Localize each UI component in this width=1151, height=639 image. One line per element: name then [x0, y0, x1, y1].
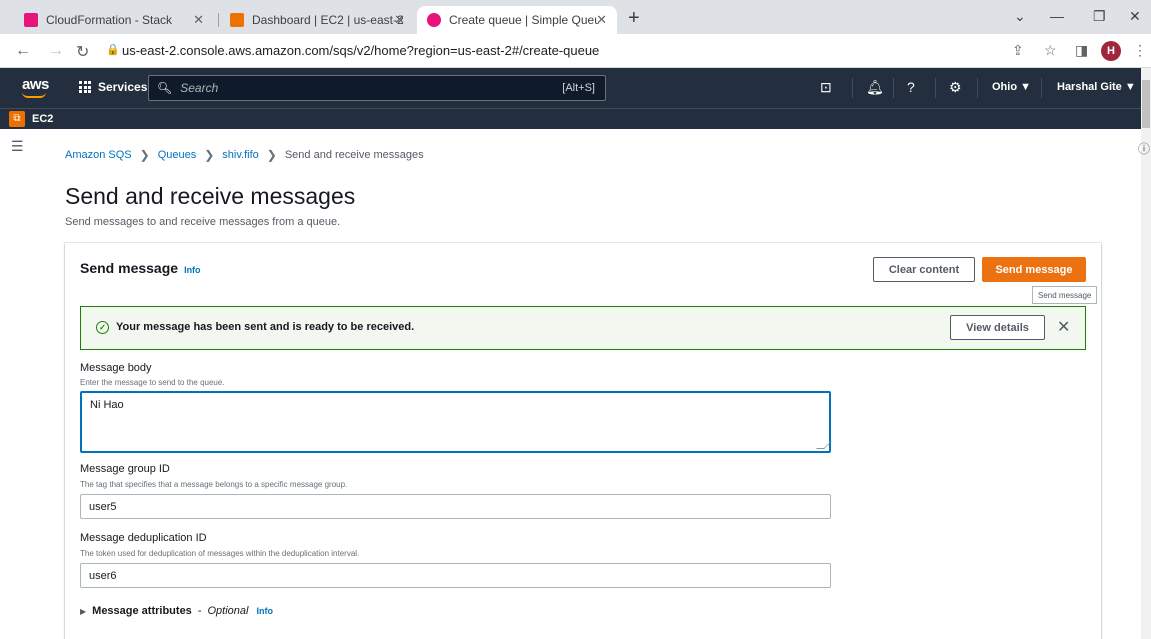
back-icon[interactable]: ← — [15, 42, 31, 60]
help-icon[interactable]: ? — [907, 79, 915, 95]
ec2-service-icon[interactable]: ⧉ — [9, 111, 25, 127]
menu-kebab-icon[interactable]: ⋮ — [1133, 42, 1147, 59]
view-details-button[interactable]: View details — [950, 315, 1045, 340]
grid-icon — [79, 81, 91, 93]
message-body-textarea[interactable]: Ni Hao — [80, 391, 831, 453]
new-tab-icon[interactable]: + — [628, 7, 640, 30]
message-group-id-input[interactable]: user5 — [80, 494, 831, 519]
caret-right-icon: ▶ — [80, 606, 87, 616]
minimize-icon[interactable]: — — [1050, 8, 1064, 24]
browser-tab-strip: CloudFormation - Stack ✕ Dashboard | EC2… — [0, 0, 1151, 34]
region-selector[interactable]: Ohio ▼ — [992, 81, 1031, 93]
hamburger-menu-icon[interactable]: ☰ — [11, 138, 24, 155]
info-link[interactable]: Info — [184, 265, 201, 275]
address-bar-row: ← → ↻ 🔒 us-east-2.console.aws.amazon.com… — [0, 34, 1151, 68]
browser-tab-sqs[interactable]: Create queue | Simple Queue Se ✕ — [417, 6, 617, 34]
sqs-favicon-icon — [427, 13, 441, 27]
breadcrumb: Amazon SQS ❯ Queues ❯ shiv.fifo ❯ Send a… — [65, 148, 424, 162]
close-tab-icon[interactable]: ✕ — [596, 12, 607, 28]
browser-tab-ec2[interactable]: Dashboard | EC2 | us-east-2 ✕ — [220, 6, 415, 34]
chevron-right-icon: ❯ — [139, 148, 150, 162]
bookmark-star-icon[interactable]: ☆ — [1044, 42, 1057, 59]
info-panel-icon[interactable]: ⓘ — [1138, 140, 1150, 157]
ec2-favicon-icon — [230, 13, 244, 27]
notifications-bell-icon[interactable]: 🔔︎ — [866, 79, 884, 96]
message-body-label: Message body — [80, 362, 152, 374]
send-message-button[interactable]: Send message — [982, 257, 1086, 282]
page-title: Send and receive messages — [65, 183, 356, 209]
breadcrumb-queues[interactable]: Queues — [158, 149, 197, 161]
reload-icon[interactable]: ↻ — [76, 42, 89, 62]
flash-message: Your message has been sent and is ready … — [116, 321, 415, 333]
close-tab-icon[interactable]: ✕ — [394, 12, 405, 28]
favorite-ec2-link[interactable]: EC2 — [32, 113, 53, 125]
share-icon[interactable]: ⇪ — [1012, 42, 1024, 59]
services-menu-button[interactable]: Services — [79, 80, 147, 94]
breadcrumb-queue[interactable]: shiv.fifo — [222, 149, 258, 161]
aws-logo-smile-icon — [22, 92, 46, 98]
message-group-id-label: Message group ID — [80, 463, 170, 475]
close-window-icon[interactable]: ✕ — [1129, 8, 1141, 25]
chevron-right-icon: ❯ — [204, 148, 215, 162]
browser-tab-cloudformation[interactable]: CloudFormation - Stack ✕ — [14, 6, 214, 34]
message-attributes-expander[interactable]: ▶ Message attributes - Optional Info — [80, 605, 273, 617]
page-description: Send messages to and receive messages fr… — [65, 216, 341, 228]
cloudshell-icon[interactable]: ⊡ — [820, 79, 832, 96]
send-message-tooltip: Send message — [1032, 286, 1098, 304]
message-dedup-id-label: Message deduplication ID — [80, 532, 207, 544]
profile-avatar[interactable]: H — [1101, 41, 1121, 61]
close-icon[interactable]: ✕ — [1057, 317, 1070, 337]
settings-gear-icon[interactable]: ⚙ — [949, 79, 962, 96]
favorites-bar: ⧉ EC2 — [0, 108, 1141, 129]
search-icon: 🔍︎ — [157, 81, 173, 95]
cloudformation-favicon-icon — [24, 13, 38, 27]
tab-search-icon[interactable]: ⌄ — [1014, 8, 1026, 25]
close-tab-icon[interactable]: ✕ — [193, 12, 204, 28]
breadcrumb-amazon-sqs[interactable]: Amazon SQS — [65, 149, 132, 161]
url-text[interactable]: us-east-2.console.aws.amazon.com/sqs/v2/… — [122, 43, 599, 58]
message-group-id-description: The tag that specifies that a message be… — [80, 480, 348, 489]
search-input[interactable]: 🔍︎ Search [Alt+S] — [148, 75, 606, 101]
restore-icon[interactable]: ❐ — [1093, 8, 1106, 25]
lock-icon[interactable]: 🔒 — [106, 43, 120, 56]
panel-header: Send message Info — [80, 260, 201, 276]
aws-logo[interactable]: aws — [22, 76, 49, 93]
scrollbar-thumb[interactable] — [1142, 80, 1150, 128]
account-menu[interactable]: Harshal Gite ▼ — [1057, 81, 1136, 93]
message-dedup-id-input[interactable]: user6 — [80, 563, 831, 588]
success-check-icon: ✓ — [96, 321, 109, 334]
clear-content-button[interactable]: Clear content — [873, 257, 975, 282]
message-body-description: Enter the message to send to the queue. — [80, 378, 225, 387]
info-link[interactable]: Info — [256, 606, 273, 616]
breadcrumb-current: Send and receive messages — [284, 149, 424, 161]
side-panel-icon[interactable]: ◨ — [1075, 42, 1088, 59]
message-dedup-id-description: The token used for deduplication of mess… — [80, 549, 360, 558]
chevron-right-icon: ❯ — [266, 148, 277, 162]
forward-icon[interactable]: → — [48, 42, 64, 60]
aws-top-nav: aws Services 🔍︎ Search [Alt+S] ⊡ 🔔︎ ? ⚙ … — [0, 68, 1141, 108]
